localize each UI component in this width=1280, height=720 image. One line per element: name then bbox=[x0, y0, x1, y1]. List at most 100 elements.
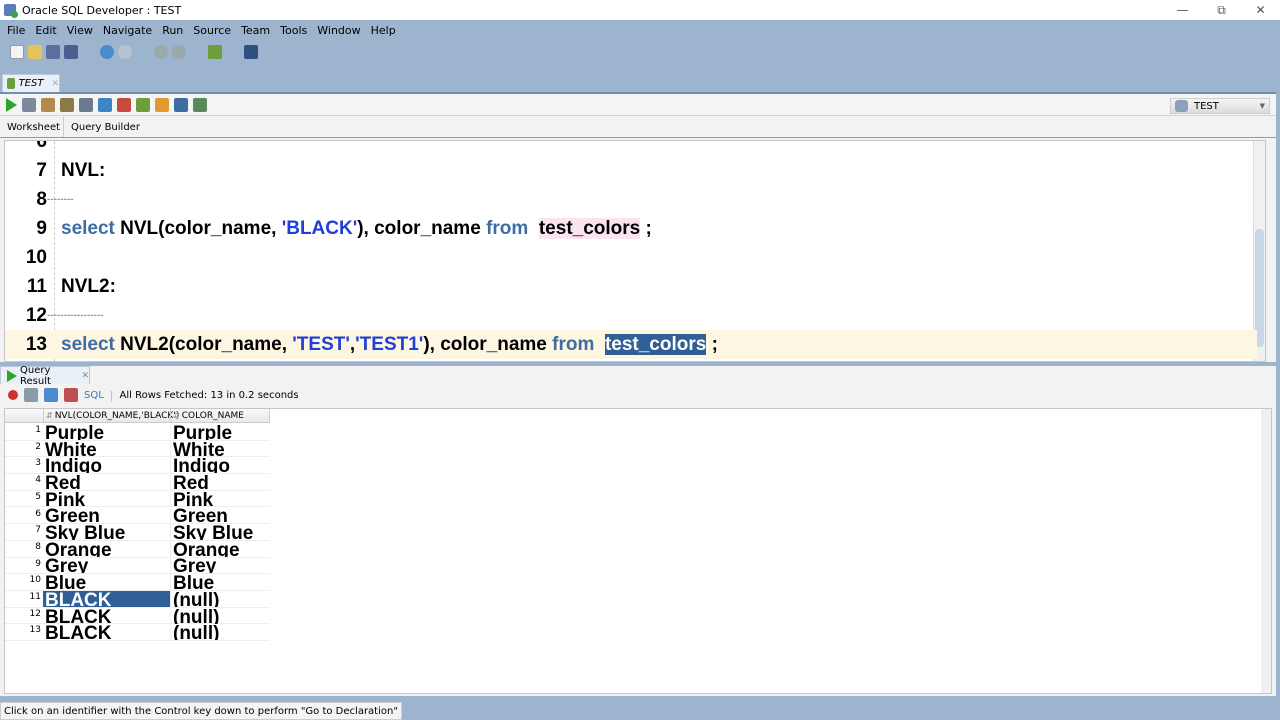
save-icon[interactable] bbox=[46, 45, 60, 59]
commit-icon[interactable] bbox=[98, 97, 112, 112]
table-row[interactable]: 7 Sky Blue Sky Blue bbox=[5, 524, 270, 541]
table-cell[interactable]: BLACK bbox=[43, 624, 170, 640]
sql-tuning-icon[interactable] bbox=[79, 97, 93, 112]
table-cell[interactable]: Red bbox=[43, 474, 170, 490]
table-row[interactable]: 4 Red Red bbox=[5, 473, 270, 491]
table-cell[interactable]: Blue bbox=[43, 574, 170, 590]
chevron-down-icon: ▼ bbox=[1259, 102, 1265, 110]
table-cell[interactable]: Orange bbox=[170, 540, 270, 557]
grid-scrollbar[interactable] bbox=[1261, 409, 1271, 693]
menu-tools[interactable]: Tools bbox=[280, 24, 307, 37]
find-binoculars-icon[interactable] bbox=[244, 45, 258, 59]
menu-edit[interactable]: Edit bbox=[35, 24, 56, 37]
refresh-icon[interactable] bbox=[44, 388, 58, 402]
row-number: 13 bbox=[29, 625, 41, 636]
code-line[interactable]: 8 -------- bbox=[5, 185, 1257, 214]
table-cell[interactable]: (null) bbox=[170, 590, 270, 607]
code-line[interactable]: 7 NVL: bbox=[5, 156, 1257, 185]
cancel-query-icon[interactable] bbox=[64, 388, 78, 402]
table-cell[interactable]: Green bbox=[170, 507, 270, 524]
table-cell[interactable]: Blue bbox=[170, 574, 270, 591]
table-cell[interactable]: Grey bbox=[43, 557, 170, 573]
sql-worksheet-icon[interactable] bbox=[208, 45, 222, 59]
title-bar: Oracle SQL Developer : TEST — ⧉ ✕ bbox=[0, 0, 1280, 20]
sql-editor[interactable]: 6 7 NVL: 8 -------- 9 select NVL(color_name, '… bbox=[4, 140, 1266, 362]
forward-icon[interactable] bbox=[172, 45, 186, 59]
table-cell[interactable]: BLACK bbox=[43, 590, 170, 607]
table-cell[interactable]: Purple bbox=[43, 424, 170, 440]
back-icon[interactable] bbox=[154, 45, 168, 59]
close-tab-icon[interactable]: ✕ bbox=[81, 371, 89, 381]
code-line[interactable]: 12 ----------------- bbox=[5, 301, 1257, 330]
close-tab-icon[interactable]: ✕ bbox=[51, 79, 59, 89]
menu-window[interactable]: Window bbox=[317, 24, 360, 37]
table-cell[interactable]: Pink bbox=[43, 491, 170, 507]
menu-team[interactable]: Team bbox=[241, 24, 270, 37]
menu-file[interactable]: File bbox=[7, 24, 25, 37]
menu-run[interactable]: Run bbox=[162, 24, 183, 37]
table-row[interactable]: 8 Orange Orange bbox=[5, 540, 270, 558]
clear-eraser-icon[interactable] bbox=[155, 97, 169, 112]
table-row[interactable]: 13 BLACK (null) bbox=[5, 624, 270, 642]
menu-view[interactable]: View bbox=[67, 24, 93, 37]
menu-source[interactable]: Source bbox=[193, 24, 231, 37]
table-cell[interactable]: White bbox=[43, 441, 170, 457]
open-icon[interactable] bbox=[28, 45, 42, 59]
menu-help[interactable]: Help bbox=[371, 24, 396, 37]
close-button[interactable]: ✕ bbox=[1241, 0, 1280, 20]
autotrace-icon[interactable] bbox=[41, 97, 55, 112]
print-icon[interactable] bbox=[24, 388, 38, 402]
minimize-button[interactable]: — bbox=[1163, 0, 1202, 20]
undo-icon[interactable] bbox=[100, 45, 114, 59]
restore-button[interactable]: ⧉ bbox=[1202, 0, 1241, 20]
table-cell[interactable]: Green bbox=[43, 507, 170, 523]
column-header-color-name[interactable]: ⇵ COLOR_NAME bbox=[170, 409, 270, 422]
table-row[interactable]: 12 BLACK (null) bbox=[5, 607, 270, 625]
run-statement-icon[interactable] bbox=[6, 97, 17, 112]
table-cell[interactable]: Purple bbox=[170, 423, 270, 440]
table-cell[interactable]: BLACK bbox=[43, 608, 170, 624]
table-cell[interactable]: Indigo bbox=[170, 457, 270, 474]
table-row[interactable]: 3 Indigo Indigo bbox=[5, 457, 270, 475]
code-line[interactable]: 9 select NVL(color_name, 'BLACK'), color_… bbox=[5, 214, 1257, 243]
table-row[interactable]: 2 White White bbox=[5, 440, 270, 458]
menu-navigate[interactable]: Navigate bbox=[103, 24, 152, 37]
table-cell[interactable]: Pink bbox=[170, 490, 270, 507]
table-cell[interactable]: Sky Blue bbox=[170, 524, 270, 541]
tab-worksheet[interactable]: Worksheet bbox=[0, 117, 64, 137]
code-line[interactable]: 11 NVL2: bbox=[5, 272, 1257, 301]
tab-query-result[interactable]: Query Result ✕ bbox=[0, 365, 90, 387]
table-cell[interactable]: Orange bbox=[43, 541, 170, 557]
table-row[interactable]: 10 Blue Blue bbox=[5, 574, 270, 591]
code-line[interactable]: 6 bbox=[5, 141, 1257, 156]
table-cell[interactable]: White bbox=[170, 440, 270, 457]
table-row[interactable]: 1 Purple Purple bbox=[5, 423, 270, 441]
sql-link[interactable]: SQL bbox=[84, 390, 104, 401]
explain-plan-icon[interactable] bbox=[60, 97, 74, 112]
table-row[interactable]: 5 Pink Pink bbox=[5, 490, 270, 508]
format-case-icon[interactable] bbox=[193, 97, 207, 112]
pin-icon[interactable] bbox=[8, 390, 18, 400]
redo-icon[interactable] bbox=[118, 45, 132, 59]
connection-select[interactable]: TEST ▼ bbox=[1170, 98, 1270, 114]
code-line[interactable]: 10 bbox=[5, 243, 1257, 272]
table-cell[interactable]: (null) bbox=[170, 624, 270, 641]
sql-history-icon[interactable] bbox=[174, 97, 188, 112]
table-cell[interactable]: Grey bbox=[170, 557, 270, 574]
table-cell[interactable]: Indigo bbox=[43, 457, 170, 473]
table-row[interactable]: 11 BLACK (null) bbox=[5, 590, 270, 608]
new-icon[interactable] bbox=[10, 45, 24, 59]
tab-test-worksheet[interactable]: TEST ✕ bbox=[2, 74, 60, 92]
code-line[interactable]: 13 select NVL2(color_name, 'TEST','TEST1'… bbox=[5, 330, 1257, 359]
table-row[interactable]: 6 Green Green bbox=[5, 507, 270, 525]
column-header-nvl[interactable]: ⇵ NVL(COLOR_NAME,'BLACK') bbox=[43, 409, 179, 422]
run-script-icon[interactable] bbox=[22, 97, 36, 112]
table-cell[interactable]: Red bbox=[170, 473, 270, 490]
table-row[interactable]: 9 Grey Grey bbox=[5, 557, 270, 575]
table-cell[interactable]: Sky Blue bbox=[43, 524, 170, 540]
tab-query-builder[interactable]: Query Builder bbox=[64, 117, 147, 137]
table-cell[interactable]: (null) bbox=[170, 607, 270, 624]
rollback-icon[interactable] bbox=[117, 97, 131, 112]
unshared-sql-icon[interactable] bbox=[136, 97, 150, 112]
save-all-icon[interactable] bbox=[64, 45, 78, 59]
